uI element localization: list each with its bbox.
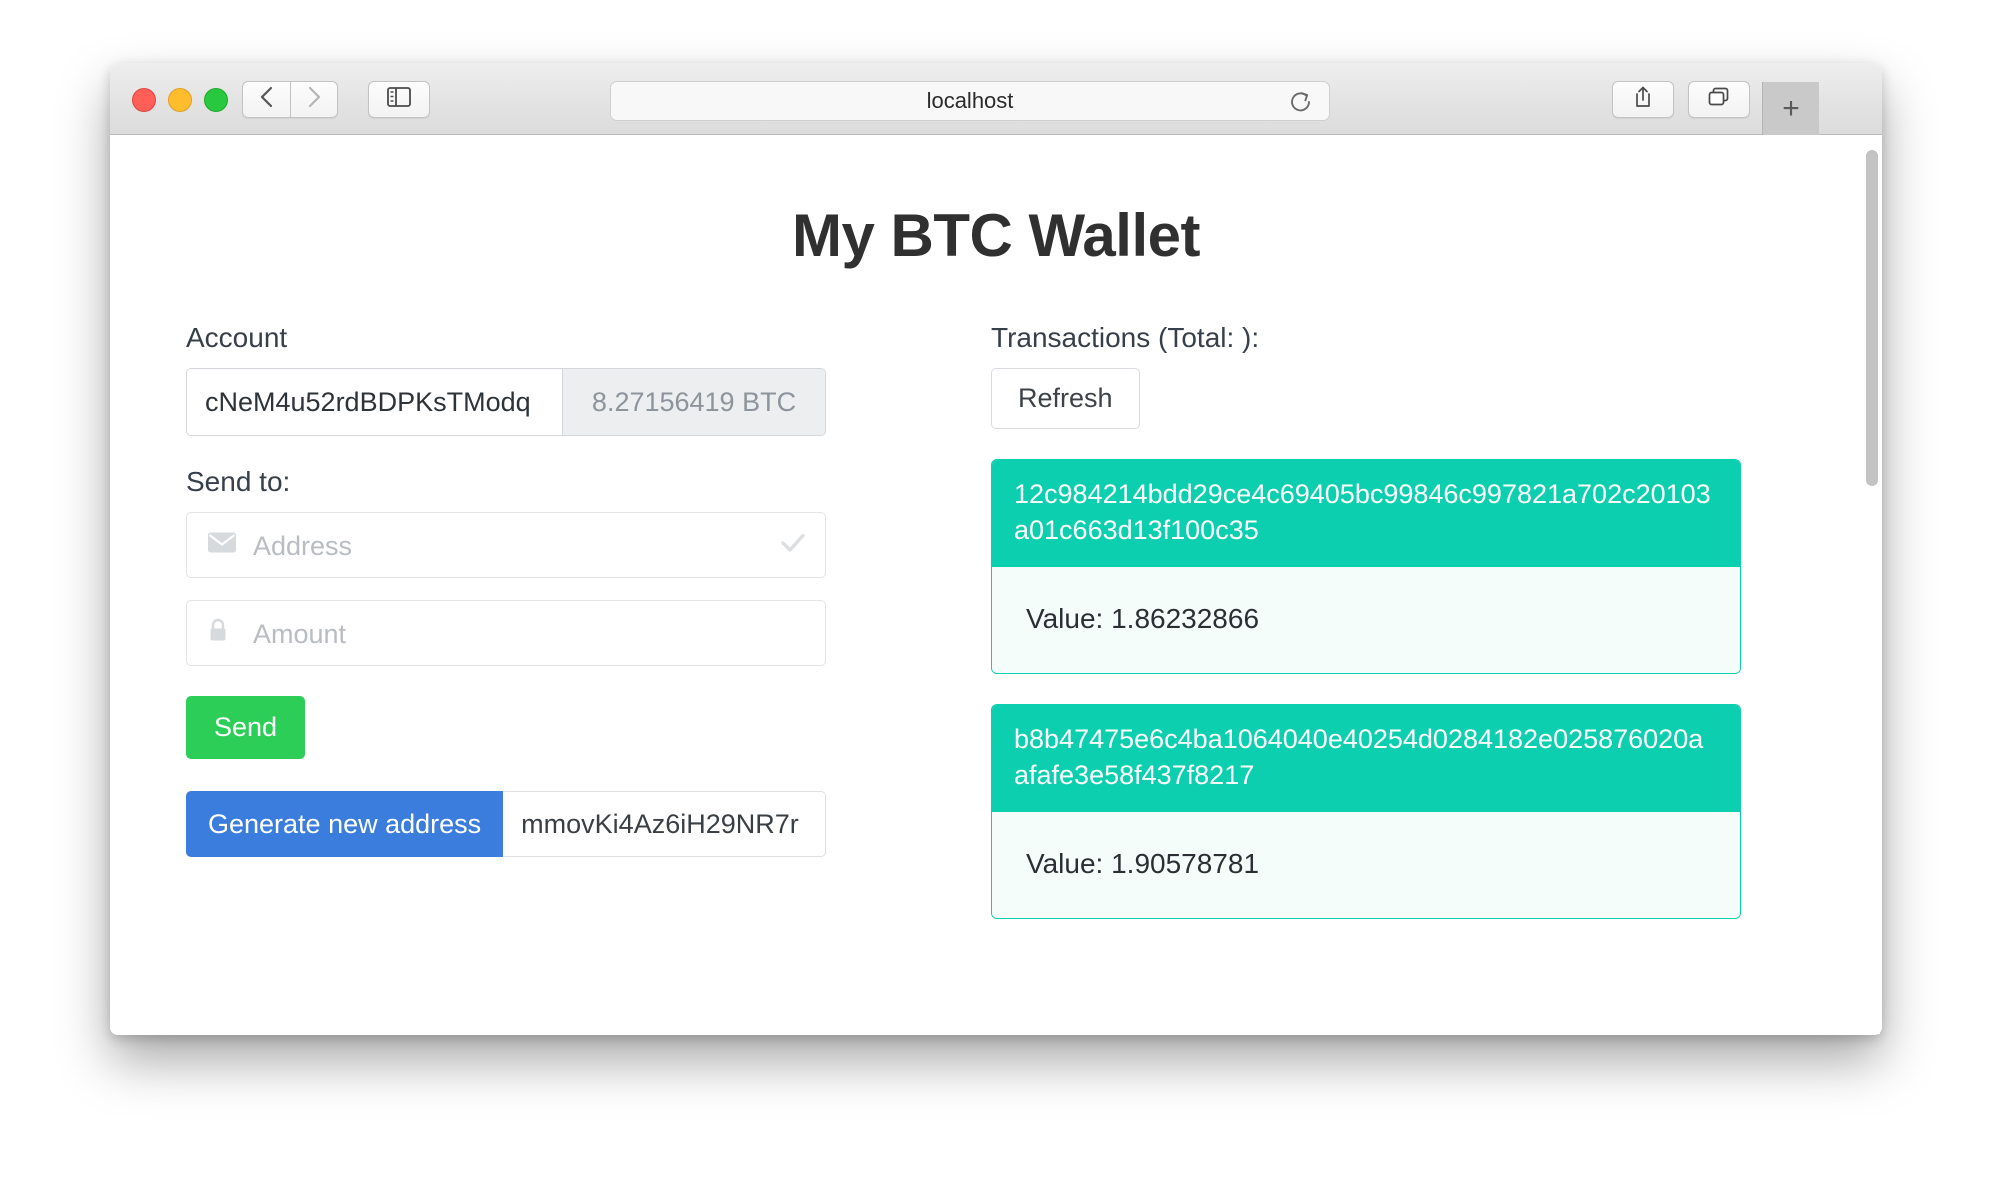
transaction-card[interactable]: 12c984214bdd29ce4c69405bc99846c997821a70… (991, 459, 1741, 674)
send-to-label: Send to: (186, 466, 291, 497)
browser-titlebar: localhost + (110, 63, 1882, 135)
minimize-window-button[interactable] (168, 88, 192, 112)
account-address-input[interactable] (187, 369, 562, 435)
page-title: My BTC Wallet (792, 202, 1200, 269)
sidebar-toggle-button[interactable] (368, 81, 430, 118)
transaction-value: Value: 1.90578781 (992, 811, 1740, 918)
reload-icon[interactable] (1289, 89, 1313, 120)
chevron-left-icon (259, 85, 275, 114)
account-balance: 8.27156419 BTC (562, 369, 825, 435)
transaction-hash: 12c984214bdd29ce4c69405bc99846c997821a70… (992, 460, 1740, 567)
transaction-value: Value: 1.86232866 (992, 566, 1740, 673)
lock-icon (207, 618, 229, 649)
send-address-input[interactable] (251, 513, 767, 579)
back-button[interactable] (242, 81, 290, 118)
address-bar[interactable]: localhost (610, 81, 1330, 121)
send-button[interactable]: Send (186, 696, 306, 759)
send-address-row (186, 512, 826, 579)
transaction-card[interactable]: b8b47475e6c4ba1064040e40254d0284182e0258… (991, 703, 1741, 919)
wallet-right-column: Transactions (Total: ): Refresh 12c98421… (991, 322, 1751, 919)
browser-window: localhost + My BTC Wallet Account cNeM4u… (110, 63, 1882, 1035)
generate-new-address-button[interactable]: Generate new address (186, 791, 504, 857)
plus-icon: + (1782, 91, 1800, 125)
transaction-hash: b8b47475e6c4ba1064040e40254d0284182e0258… (992, 704, 1740, 812)
check-icon (779, 531, 807, 560)
wallet-left-column: Account 8.27156419 BTC Send to: (186, 322, 931, 919)
scrollbar-thumb[interactable] (1866, 150, 1878, 486)
send-amount-input[interactable] (251, 601, 767, 667)
envelope-icon (207, 532, 237, 559)
share-icon (1633, 85, 1653, 114)
wallet-layout: Account 8.27156419 BTC Send to: (110, 322, 1882, 919)
transactions-heading: Transactions (Total: ): (991, 322, 1260, 353)
chevron-right-icon (306, 85, 322, 114)
page-viewport: My BTC Wallet Account 8.27156419 BTC Sen… (110, 135, 1882, 1035)
close-window-button[interactable] (132, 88, 156, 112)
refresh-transactions-button[interactable]: Refresh (991, 368, 1140, 429)
forward-button[interactable] (290, 81, 338, 118)
window-controls (132, 88, 228, 112)
generate-address-group: Generate new address (186, 791, 826, 857)
sidebar-icon (387, 87, 411, 112)
url-text: localhost (926, 88, 1014, 113)
page-scrollbar[interactable] (1862, 136, 1880, 1034)
new-tab-button[interactable]: + (1762, 82, 1819, 135)
generated-address-input[interactable] (503, 791, 826, 857)
tabs-overview-icon (1707, 86, 1731, 113)
account-field-group: 8.27156419 BTC (186, 368, 826, 436)
share-button[interactable] (1612, 81, 1674, 118)
show-all-tabs-button[interactable] (1688, 81, 1750, 118)
maximize-window-button[interactable] (204, 88, 228, 112)
send-amount-row (186, 600, 826, 667)
account-label: Account (186, 322, 288, 353)
